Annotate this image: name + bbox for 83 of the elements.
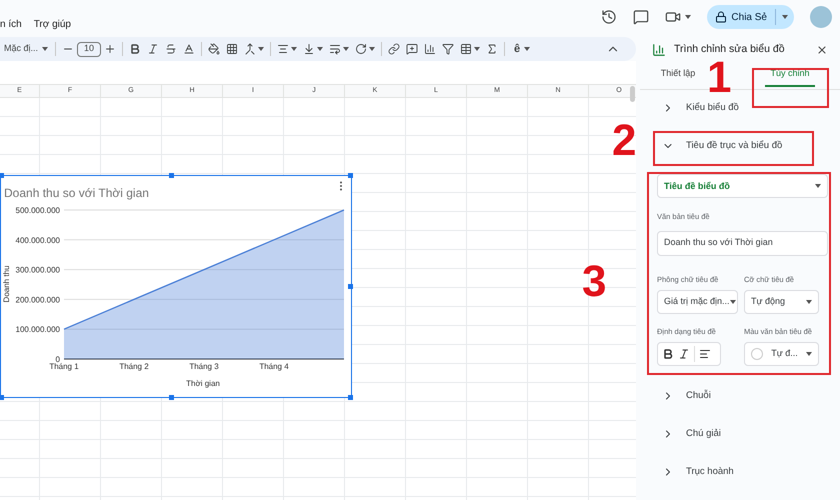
merge-icon <box>244 43 256 55</box>
chart-title: Doanh thu so với Thời gian <box>4 186 149 200</box>
caret-icon <box>343 47 350 51</box>
add-comment-icon <box>406 43 418 55</box>
sigma-icon <box>486 43 498 55</box>
chart-icon <box>652 43 666 58</box>
resize-handle[interactable] <box>169 173 174 178</box>
caret-icon <box>524 47 530 51</box>
vertical-align-icon <box>303 43 316 55</box>
resize-handle[interactable] <box>0 173 4 178</box>
size-select[interactable]: Tự động <box>744 290 819 314</box>
section-header[interactable]: Kiểu biểu đồ <box>640 98 739 118</box>
text-color-select[interactable]: Tự đ... <box>744 342 819 366</box>
section-header[interactable]: Chuỗi <box>640 386 711 406</box>
borders-icon <box>226 43 238 55</box>
caret-icon <box>317 47 324 51</box>
close-icon[interactable] <box>816 44 828 56</box>
caret-icon <box>291 47 298 51</box>
text-color-icon <box>183 43 196 55</box>
title-target-select[interactable]: Tiêu đề biểu đồ <box>657 174 828 198</box>
section-header[interactable]: Trục hoành <box>640 462 734 482</box>
caret-icon <box>369 47 376 51</box>
y-tick-label: 200.000.000 <box>16 295 60 304</box>
lock-icon <box>715 11 728 23</box>
plus-icon <box>104 43 116 55</box>
rotate-icon <box>355 43 368 55</box>
font-select[interactable]: Mặc đị... <box>4 42 52 56</box>
section-header[interactable]: Tiêu đề trục và biểu đồ <box>640 136 782 156</box>
resize-handle[interactable] <box>348 284 353 289</box>
y-tick-label: 100.000.000 <box>16 325 60 334</box>
caret-icon <box>258 47 264 51</box>
x-tick-label: Tháng 4 <box>259 362 289 371</box>
comment-icon[interactable] <box>633 9 650 25</box>
panel-title: Trình chỉnh sửa biểu đồ <box>674 42 786 58</box>
italic-icon <box>147 43 160 55</box>
y-tick-label: 400.000.000 <box>16 236 60 245</box>
bold-icon <box>129 43 142 55</box>
title-text-field[interactable]: Doanh thu so với Thời gian <box>657 230 828 256</box>
caret-icon <box>730 300 736 304</box>
x-tick-label: Tháng 2 <box>119 362 149 371</box>
font-select[interactable]: Giá trị mặc địn... <box>657 290 738 314</box>
y-tick-label: 300.000.000 <box>16 266 60 275</box>
section-header[interactable]: Chú giải <box>640 424 721 444</box>
input-tools-button[interactable]: ê <box>508 40 536 58</box>
table-icon <box>460 43 472 55</box>
caret-icon <box>474 47 480 51</box>
x-tick-label: Tháng 1 <box>49 362 79 371</box>
x-axis-title: Thời gian <box>186 379 220 388</box>
paint-bucket-icon <box>208 43 220 55</box>
caret-icon <box>806 352 812 356</box>
caret-icon <box>806 300 812 304</box>
caret-icon <box>42 47 48 51</box>
step-number: 2 <box>612 119 636 163</box>
chart-icon <box>424 43 436 55</box>
color-swatch-icon <box>751 348 763 360</box>
step-number: 1 <box>707 56 732 100</box>
filter-icon <box>442 43 454 55</box>
resize-handle[interactable] <box>348 395 353 400</box>
caret-icon <box>685 15 692 19</box>
x-tick-label: Tháng 3 <box>189 362 219 371</box>
align-icon <box>277 43 290 55</box>
editor-tab[interactable]: Thiết lập <box>653 64 703 90</box>
y-axis-title: Doanh thu <box>2 266 11 302</box>
font-size-field[interactable]: 10 <box>77 42 102 56</box>
italic-button[interactable] <box>678 348 690 360</box>
resize-handle[interactable] <box>348 173 353 178</box>
caret-icon <box>815 184 821 188</box>
y-tick-label: 0 <box>56 355 60 364</box>
caret-icon <box>782 15 788 19</box>
step-number: 3 <box>582 260 606 304</box>
scrollbar-thumb[interactable] <box>630 86 635 102</box>
bold-button[interactable] <box>662 348 674 360</box>
strikethrough-icon <box>165 43 178 55</box>
menu-item[interactable]: n ích <box>0 17 22 32</box>
menu-item[interactable]: Trợ giúp <box>34 17 71 32</box>
align-button[interactable] <box>699 348 711 360</box>
link-icon <box>388 43 400 55</box>
resize-handle[interactable] <box>169 395 174 400</box>
y-tick-label: 500.000.000 <box>16 206 60 215</box>
editor-tab[interactable]: Tùy chỉnh <box>765 64 815 90</box>
resize-handle[interactable] <box>0 395 4 400</box>
history-icon[interactable] <box>601 9 618 25</box>
wrap-text-icon <box>329 43 342 55</box>
